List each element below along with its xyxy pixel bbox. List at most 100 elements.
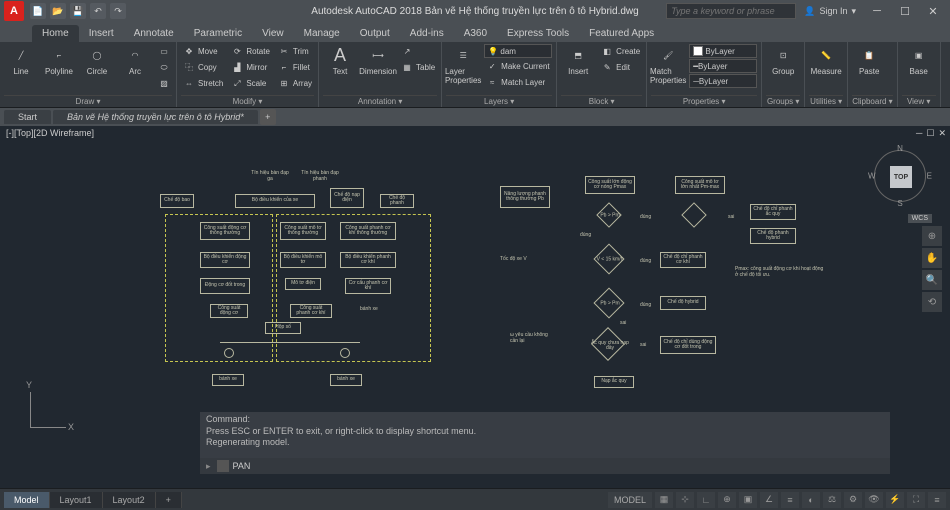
tab-manage[interactable]: Manage (294, 25, 350, 42)
tab-parametric[interactable]: Parametric (184, 25, 252, 42)
ellipse-button[interactable]: ⬭ (156, 60, 172, 75)
pan-icon[interactable]: ✋ (922, 248, 942, 268)
wcs-badge[interactable]: WCS (908, 214, 932, 223)
insert-button[interactable]: ⬒Insert (561, 44, 595, 76)
rect-button[interactable]: ▭ (156, 44, 172, 59)
trim-button[interactable]: ✂Trim (276, 44, 314, 59)
tab-output[interactable]: Output (350, 25, 400, 42)
array-button[interactable]: ⊞Array (276, 76, 314, 91)
tab-layout1[interactable]: Layout1 (50, 492, 103, 508)
qat-redo-icon[interactable]: ↷ (110, 3, 126, 19)
tab-start[interactable]: Start (4, 110, 51, 124)
panel-view-label[interactable]: View ▾ (902, 95, 936, 107)
base-button[interactable]: ▣Base (902, 44, 936, 76)
orbit-icon[interactable]: ⟲ (922, 292, 942, 312)
otrack-toggle-icon[interactable]: ∠ (760, 492, 778, 508)
lineweight-toggle-icon[interactable]: ≡ (781, 492, 799, 508)
panel-clipboard-label[interactable]: Clipboard ▾ (852, 95, 892, 107)
dimension-button[interactable]: ⟼Dimension (361, 44, 395, 76)
stretch-button[interactable]: ⇔Stretch (181, 76, 225, 91)
lineweight-dropdown[interactable]: ━ ByLayer (689, 59, 757, 73)
color-dropdown[interactable]: ByLayer (689, 44, 757, 58)
ortho-toggle-icon[interactable]: ∟ (697, 492, 715, 508)
panel-props-label[interactable]: Properties ▾ (651, 95, 757, 107)
table-button[interactable]: ▦Table (399, 60, 437, 75)
signin-button[interactable]: 👤Sign In▾ (804, 6, 856, 17)
hatch-button[interactable]: ▨ (156, 76, 172, 91)
close-button[interactable]: ✕ (920, 2, 946, 20)
osnap-toggle-icon[interactable]: ▣ (739, 492, 757, 508)
tab-home[interactable]: Home (32, 25, 79, 42)
move-button[interactable]: ✥Move (181, 44, 225, 59)
panel-block-label[interactable]: Block ▾ (561, 95, 642, 107)
tab-featured[interactable]: Featured Apps (579, 25, 664, 42)
text-button[interactable]: AText (323, 44, 357, 76)
rotate-button[interactable]: ⟳Rotate (229, 44, 272, 59)
tab-addins[interactable]: Add-ins (400, 25, 454, 42)
vp-minimize-icon[interactable]: ─ (916, 128, 922, 139)
qat-open-icon[interactable]: 📂 (50, 3, 66, 19)
isolate-icon[interactable]: 👁 (865, 492, 883, 508)
workspace-icon[interactable]: ⚙ (844, 492, 862, 508)
annotation-scale-icon[interactable]: ⚖ (823, 492, 841, 508)
customize-icon[interactable]: ≡ (928, 492, 946, 508)
zoom-icon[interactable]: 🔍 (922, 270, 942, 290)
tab-annotate[interactable]: Annotate (124, 25, 184, 42)
snap-toggle-icon[interactable]: ⊹ (676, 492, 694, 508)
transparency-toggle-icon[interactable]: ◐ (802, 492, 820, 508)
vp-close-icon[interactable]: ✕ (938, 128, 946, 139)
drawing-viewport[interactable]: [-][Top][2D Wireframe] ─ ☐ ✕ TOP N S E W… (0, 126, 950, 488)
matchprops-button[interactable]: 🖌Match Properties (651, 44, 685, 85)
panel-annotation-label[interactable]: Annotation ▾ (323, 95, 437, 107)
tab-insert[interactable]: Insert (79, 25, 124, 42)
qat-new-icon[interactable]: 📄 (30, 3, 46, 19)
layerprops-button[interactable]: ☰Layer Properties (446, 44, 480, 85)
app-menu-button[interactable]: A (4, 1, 24, 21)
paste-button[interactable]: 📋Paste (852, 44, 886, 76)
copy-button[interactable]: ⿻Copy (181, 60, 225, 75)
qat-undo-icon[interactable]: ↶ (90, 3, 106, 19)
tab-model[interactable]: Model (4, 492, 50, 508)
mirror-button[interactable]: ▟Mirror (229, 60, 272, 75)
polar-toggle-icon[interactable]: ⊕ (718, 492, 736, 508)
layer-dropdown[interactable]: 💡 dam (484, 44, 552, 58)
tab-current-file[interactable]: Bản vẽ Hệ thống truyền lực trên ô tô Hyb… (53, 110, 258, 124)
arc-button[interactable]: ◠Arc (118, 44, 152, 76)
hardware-accel-icon[interactable]: ⚡ (886, 492, 904, 508)
add-layout-button[interactable]: + (156, 492, 182, 508)
grid-toggle-icon[interactable]: ▦ (655, 492, 673, 508)
help-search-input[interactable] (666, 3, 796, 19)
fillet-button[interactable]: ⌐Fillet (276, 60, 314, 75)
line-button[interactable]: ╱Line (4, 44, 38, 76)
scale-button[interactable]: ⤢Scale (229, 76, 272, 91)
steering-wheel-icon[interactable]: ⊕ (922, 226, 942, 246)
edit-block-button[interactable]: ✎Edit (599, 60, 642, 75)
makecurrent-button[interactable]: ✓Make Current (484, 59, 552, 74)
add-tab-button[interactable]: + (260, 109, 276, 125)
panel-groups-label[interactable]: Groups ▾ (766, 95, 800, 107)
measure-button[interactable]: 📏Measure (809, 44, 843, 76)
panel-layers-label[interactable]: Layers ▾ (446, 95, 552, 107)
model-space-button[interactable]: MODEL (608, 492, 652, 508)
viewport-label[interactable]: [-][Top][2D Wireframe] (6, 128, 94, 138)
matchlayer-button[interactable]: ≈Match Layer (484, 75, 552, 90)
tab-view[interactable]: View (252, 25, 294, 42)
vp-restore-icon[interactable]: ☐ (926, 128, 934, 139)
tab-a360[interactable]: A360 (454, 25, 497, 42)
panel-utilities-label[interactable]: Utilities ▾ (809, 95, 843, 107)
linetype-dropdown[interactable]: ─ ByLayer (689, 74, 757, 88)
panel-draw-label[interactable]: Draw ▾ (4, 95, 172, 107)
qat-save-icon[interactable]: 💾 (70, 3, 86, 19)
leader-button[interactable]: ↗ (399, 44, 437, 59)
tab-express[interactable]: Express Tools (497, 25, 579, 42)
create-block-button[interactable]: ◧Create (599, 44, 642, 59)
circle-button[interactable]: ◯Circle (80, 44, 114, 76)
group-button[interactable]: ⊡Group (766, 44, 800, 76)
panel-modify-label[interactable]: Modify ▾ (181, 95, 314, 107)
command-input[interactable]: ▸ PAN (200, 458, 890, 474)
maximize-button[interactable]: ☐ (892, 2, 918, 20)
polyline-button[interactable]: ⌐Polyline (42, 44, 76, 76)
tab-layout2[interactable]: Layout2 (103, 492, 156, 508)
minimize-button[interactable]: ─ (864, 2, 890, 20)
clean-screen-icon[interactable]: ⛶ (907, 492, 925, 508)
